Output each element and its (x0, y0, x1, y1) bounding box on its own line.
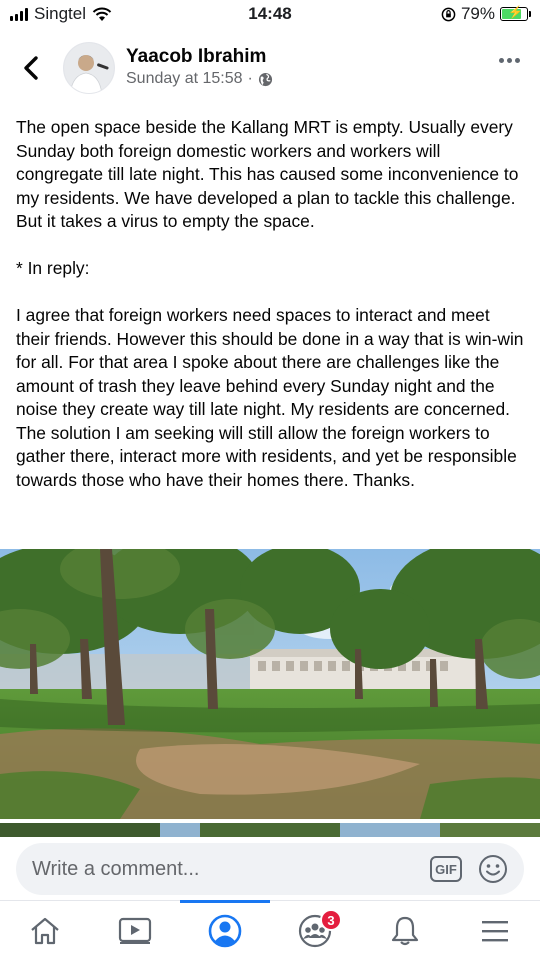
back-button[interactable] (16, 52, 46, 84)
more-horizontal-icon (499, 58, 504, 63)
groups-badge: 3 (320, 909, 342, 931)
battery-icon: ⚡ (500, 5, 531, 21)
nav-watch[interactable] (90, 901, 180, 960)
battery-percent: 79% (460, 4, 495, 23)
author-avatar[interactable] (63, 42, 115, 94)
post-text: The open space beside the Kallang MRT is… (16, 116, 526, 516)
home-icon (31, 917, 59, 945)
chevron-left-icon (24, 56, 38, 80)
globe-icon (258, 72, 272, 86)
comment-input[interactable] (32, 843, 422, 895)
gif-button[interactable]: GIF (430, 856, 462, 882)
nav-notifications[interactable] (360, 901, 450, 960)
nav-groups[interactable]: 3 (270, 901, 360, 960)
nav-profile[interactable] (180, 900, 270, 960)
comment-box: GIF (16, 843, 524, 895)
post-paragraph-1: The open space beside the Kallang MRT is… (16, 117, 519, 231)
comment-area: GIF (0, 838, 540, 900)
nav-menu[interactable] (450, 901, 540, 960)
post-header: Yaacob Ibrahim Sunday at 15:58 · (0, 38, 540, 100)
battery-group: 79% ⚡ (441, 4, 531, 24)
author-name[interactable]: Yaacob Ibrahim (126, 46, 266, 68)
post-paragraph-3: I agree that foreign workers need spaces… (16, 305, 524, 490)
status-bar: Singtel 14:48 79% ⚡ (0, 0, 540, 30)
menu-icon (482, 921, 508, 942)
bell-icon (391, 916, 419, 946)
smiley-icon (479, 855, 507, 883)
orientation-lock-icon (441, 7, 456, 21)
more-options-button[interactable] (499, 58, 520, 63)
post-timestamp[interactable]: Sunday at 15:58 (126, 70, 243, 88)
bottom-navigation: 3 (0, 900, 540, 960)
post-photo-2[interactable] (0, 823, 540, 837)
emoji-button[interactable] (478, 854, 508, 884)
post-photo[interactable] (0, 549, 540, 819)
post-paragraph-2: * In reply: (16, 258, 90, 278)
nav-home[interactable] (0, 901, 90, 960)
profile-icon (208, 914, 242, 948)
meta-separator: · (247, 70, 253, 87)
post-meta: Sunday at 15:58 · (126, 70, 273, 88)
video-icon (118, 917, 152, 944)
